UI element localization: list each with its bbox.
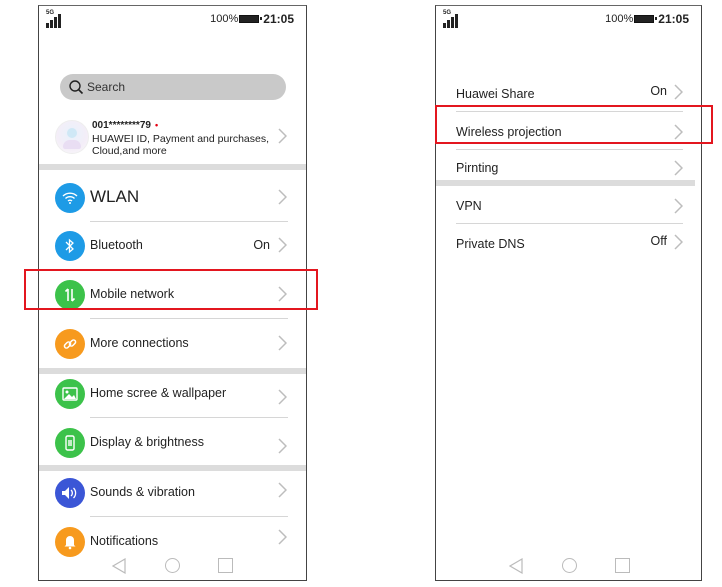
navigation-bar (436, 556, 701, 576)
recent-apps-icon[interactable] (218, 558, 233, 573)
battery-percent: 100% (210, 13, 239, 25)
chevron-right-icon (278, 237, 287, 253)
settings-item-bluetooth[interactable]: Bluetooth On (39, 222, 306, 270)
settings-item-huawei-share[interactable]: Huawei Share On (436, 74, 701, 112)
search-input[interactable]: Search (60, 74, 286, 100)
account-row[interactable]: 001********79 • HUAWEI ID, Payment and pu… (39, 114, 306, 164)
battery-icon (634, 15, 658, 23)
home-icon[interactable] (165, 558, 180, 573)
chevron-right-icon (674, 160, 683, 176)
settings-item-display-brightness[interactable]: Display & brightness (39, 419, 306, 467)
settings-item-sounds-vibration[interactable]: Sounds & vibration (39, 469, 306, 517)
notification-dot: • (154, 120, 159, 130)
divider (90, 417, 288, 418)
bell-icon (55, 527, 85, 557)
divider (90, 516, 288, 517)
chevron-right-icon (278, 335, 287, 351)
item-label: WLAN (90, 187, 140, 206)
clock: 21:05 (263, 12, 294, 26)
status-bar: 5G 100% 21:05 (39, 6, 306, 34)
item-label: Wireless projection (456, 125, 562, 139)
signal-icon: 5G (443, 10, 465, 28)
account-id: 001********79 (92, 120, 151, 131)
battery-percent: 100% (605, 13, 634, 25)
item-label: Display & brightness (90, 435, 204, 449)
search-placeholder: Search (87, 80, 126, 94)
settings-item-vpn[interactable]: VPN (436, 186, 701, 224)
home-icon[interactable] (562, 558, 577, 573)
chevron-right-icon (278, 438, 287, 454)
item-value: Off (650, 234, 667, 248)
bluetooth-icon (55, 231, 85, 261)
status-bar: 5G 100% 21:05 (436, 6, 701, 34)
search-icon (69, 80, 84, 95)
item-label: Notifications (90, 534, 159, 548)
chevron-right-icon (278, 128, 287, 144)
divider (90, 318, 288, 319)
wifi-icon (55, 183, 85, 213)
back-icon[interactable] (509, 558, 523, 574)
more-connections-screen: 5G 100% 21:05 Huawei Share On Wireless p… (435, 5, 702, 581)
signal-icon: 5G (46, 10, 68, 28)
mobile-data-icon (55, 280, 85, 310)
navigation-bar (39, 556, 306, 576)
chevron-right-icon (674, 234, 683, 250)
back-icon[interactable] (112, 558, 126, 574)
display-icon (55, 428, 85, 458)
settings-item-more-connections[interactable]: More connections (39, 320, 306, 368)
item-label: More connections (90, 336, 189, 350)
clock: 21:05 (658, 12, 689, 26)
chevron-right-icon (278, 389, 287, 405)
item-label: VPN (456, 199, 482, 213)
item-label: Private DNS (456, 237, 525, 251)
chevron-right-icon (674, 198, 683, 214)
network-type: 5G (443, 10, 452, 16)
settings-item-home-screen-wallpaper[interactable]: Home scree & wallpaper (39, 370, 306, 418)
chevron-right-icon (278, 482, 287, 498)
settings-item-wireless-projection[interactable]: Wireless projection (436, 112, 701, 150)
settings-item-wlan[interactable]: WLAN (39, 174, 306, 222)
section-separator (39, 164, 306, 170)
chevron-right-icon (674, 84, 683, 100)
item-label: Home scree & wallpaper (90, 386, 227, 400)
item-label: Pirnting (456, 161, 499, 175)
battery-icon (239, 15, 263, 23)
account-description: HUAWEI ID, Payment and purchases, Cloud,… (92, 133, 270, 157)
item-value: On (650, 84, 667, 98)
recent-apps-icon[interactable] (615, 558, 630, 573)
speaker-icon (55, 478, 85, 508)
avatar (55, 120, 89, 154)
chevron-right-icon (278, 189, 287, 205)
item-label: Bluetooth (90, 238, 143, 252)
item-value: On (253, 238, 270, 252)
chevron-right-icon (674, 124, 683, 140)
item-label: Sounds & vibration (90, 485, 195, 499)
item-label: Huawei Share (456, 87, 535, 101)
divider (90, 269, 288, 270)
chevron-right-icon (278, 286, 287, 302)
link-icon (55, 329, 85, 359)
settings-item-private-dns[interactable]: Private DNS Off (436, 224, 701, 262)
wallpaper-icon (55, 379, 85, 409)
item-label: Mobile network (90, 287, 175, 301)
settings-item-mobile-network[interactable]: Mobile network (39, 271, 306, 319)
settings-screen: 5G 100% 21:05 Search 001********79 • HUAW… (38, 5, 307, 581)
network-type: 5G (46, 10, 55, 16)
chevron-right-icon (278, 529, 287, 545)
